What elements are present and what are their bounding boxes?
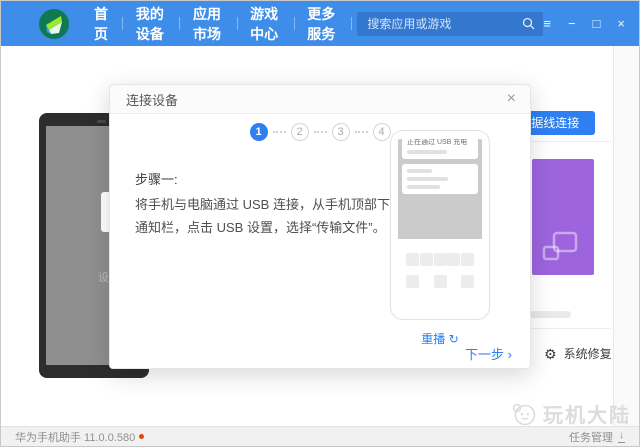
task-manager-label: 任务管理	[569, 431, 613, 444]
chevron-right-icon: ›	[507, 347, 512, 362]
minimize-icon[interactable]: −	[568, 16, 576, 31]
step-4-circle: 4	[372, 123, 391, 141]
step-instructions: 将手机与电脑通过 USB 连接，从手机顶部下滑进入通知栏，点击 USB 设置，选…	[135, 197, 429, 235]
status-bar: 华为手机助手 11.0.0.580 任务管理 ↓	[1, 426, 639, 446]
placeholder-bar	[407, 185, 440, 189]
step-2-circle: 2	[290, 123, 309, 141]
dialog-close-icon[interactable]: ×	[507, 91, 516, 107]
watermark-text: 玩机大陆	[543, 405, 631, 427]
watermark: 玩机大陆	[511, 399, 631, 428]
app-icon-placeholder	[461, 275, 474, 288]
system-repair-button[interactable]: ⚙ 系统修复	[544, 345, 612, 362]
app-icon-placeholder	[406, 275, 419, 288]
app-logo-icon	[39, 8, 69, 39]
search-input[interactable]	[367, 16, 523, 31]
nav-tab-my-devices[interactable]: 我的设备	[123, 4, 180, 44]
next-step-button[interactable]: 下一步 ›	[465, 344, 512, 363]
next-step-label: 下一步	[465, 347, 505, 362]
app-icon-placeholder	[433, 253, 447, 266]
search-box[interactable]	[357, 11, 544, 36]
download-icon: ↓	[618, 429, 625, 443]
nav-divider	[350, 17, 352, 30]
notification-card	[402, 164, 478, 194]
search-icon[interactable]	[522, 17, 535, 30]
placeholder-bar	[407, 150, 447, 154]
main-nav: 首页 我的设备 应用市场 游戏中心 更多服务	[81, 4, 352, 55]
step-3-circle: 3	[331, 123, 350, 141]
connect-device-dialog: 连接设备 × 1 2 3 4 步骤一: 将手机与电脑通过 USB 连接，从手机顶…	[109, 84, 531, 369]
top-navigation-bar: 首页 我的设备 应用市场 游戏中心 更多服务 ≡ − □ ×	[1, 1, 639, 55]
nav-tab-game-center[interactable]: 游戏中心	[237, 4, 294, 44]
window-controls: ≡ − □ ×	[543, 16, 625, 31]
nav-tab-app-market[interactable]: 应用市场	[180, 4, 237, 44]
step-connector	[354, 131, 368, 133]
dialog-title: 连接设备	[126, 92, 179, 108]
dialog-titlebar: 连接设备 ×	[110, 85, 530, 114]
step-1-circle: 1	[249, 123, 268, 141]
step-connector	[313, 131, 327, 133]
app-icon-grid	[398, 239, 482, 288]
phone-preview: 正在通过 USB 充电	[390, 130, 490, 320]
notification-card: 正在通过 USB 充电	[402, 139, 478, 159]
placeholder-bar	[407, 169, 433, 173]
maximize-icon[interactable]: □	[593, 16, 601, 31]
gear-icon: ⚙	[544, 345, 557, 362]
replay-icon: ↻	[448, 332, 459, 346]
placeholder-bar	[407, 177, 448, 181]
notification-title: 正在通过 USB 充电	[407, 139, 468, 146]
phone-preview-screen: 正在通过 USB 充电	[398, 139, 482, 309]
update-notification-dot	[139, 434, 145, 439]
app-icon-placeholder	[461, 253, 474, 266]
content-right-margin	[613, 46, 639, 426]
active-tab-indicator	[98, 49, 104, 55]
app-version-label: 华为手机助手 11.0.0.580	[15, 431, 136, 444]
promo-banner[interactable]	[532, 159, 594, 275]
app-icon-placeholder	[406, 253, 419, 266]
video-icon	[542, 231, 578, 261]
app-icon-placeholder	[433, 275, 447, 288]
app-window: 首页 我的设备 应用市场 游戏中心 更多服务 ≡ − □ ×	[0, 0, 640, 447]
step-heading: 步骤一:	[135, 172, 178, 187]
replay-label: 重播	[421, 332, 446, 346]
step-connector	[272, 131, 286, 133]
nav-tab-home[interactable]: 首页	[81, 4, 122, 55]
nav-tab-home-label: 首页	[94, 5, 108, 42]
notification-shade: 正在通过 USB 充电	[398, 139, 482, 239]
task-manager-button[interactable]: 任务管理 ↓	[569, 429, 625, 445]
phone-speaker	[97, 120, 106, 123]
app-icon-placeholder	[419, 253, 433, 266]
app-icon-placeholder	[447, 253, 461, 266]
nav-tab-more-services[interactable]: 更多服务	[294, 4, 351, 44]
close-window-icon[interactable]: ×	[617, 16, 625, 31]
mascot-face-icon	[512, 403, 536, 425]
system-repair-label: 系统修复	[563, 347, 612, 361]
menu-icon[interactable]: ≡	[543, 16, 551, 31]
